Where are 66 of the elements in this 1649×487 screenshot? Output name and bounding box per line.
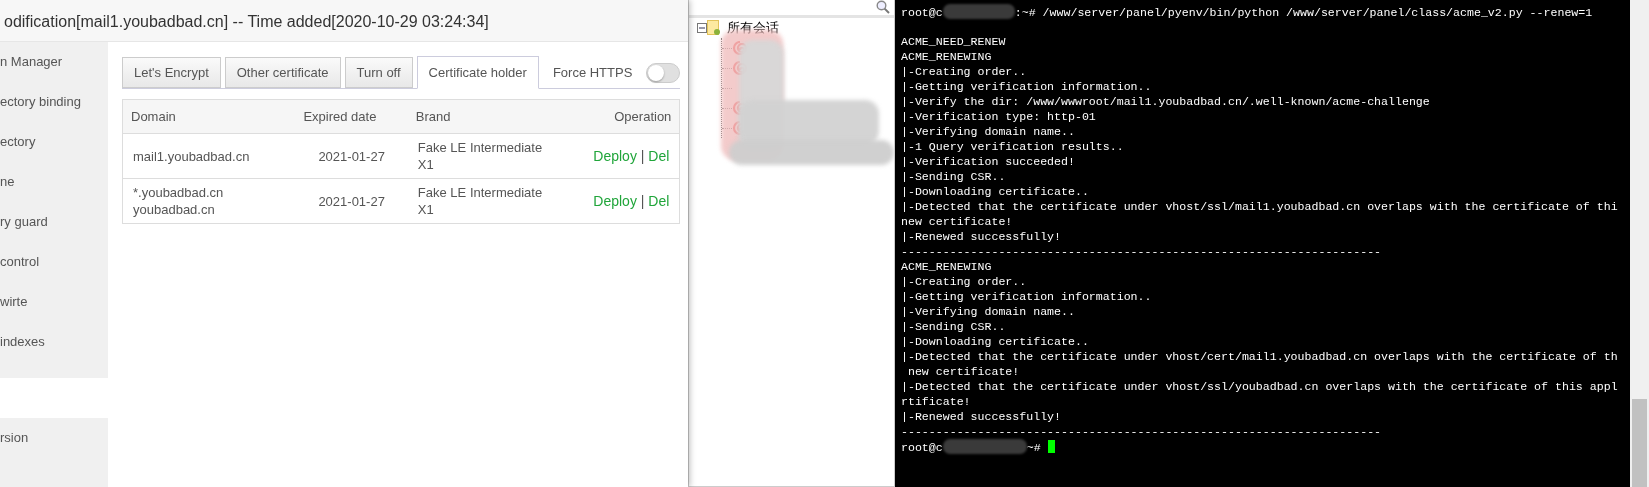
terminal-line: |-Detected that the certificate under vhost/ssl/mail1.youbadbad.cn overlaps with the certificate of thi [901,200,1618,213]
terminal-prompt: root@c [901,6,943,19]
scrollbar-thumb[interactable] [1632,399,1647,487]
terminal-line: new certificate! [906,365,1020,378]
terminal-line: |-Downloading certificate.. [901,185,1089,198]
sidebar-item[interactable]: ne [0,174,15,189]
terminal-line: new certificate! [901,215,1013,228]
table-cell: mail1.youbadbad.cn [122,133,296,179]
search-icon[interactable] [876,0,890,14]
column-header: Brand [407,99,558,134]
sidebar-item[interactable]: control [0,254,40,269]
scrollbar[interactable] [1630,0,1649,487]
terminal-prompt: root@c [901,441,943,454]
terminal-line: |-Renewed successfully! [901,230,1062,243]
dialog-title: odification[mail1.youbadbad.cn] -- Time added[2020-10-29 03:24:34] [0,0,688,42]
terminal-line: --------------------------------------------------------------------- [901,425,1382,438]
tab[interactable]: Other certificate [224,57,341,88]
terminal-line: |-Creating order.. [901,65,1027,78]
terminal-line: |-Detected that the certificate under vhost/cert/mail1.youbadbad.cn overlaps with the certificate of th [901,350,1618,363]
sidebar-item[interactable]: wirte [0,294,28,309]
tab[interactable]: Certificate holder [416,56,539,89]
sidebar-item[interactable]: ectory [0,134,36,149]
terminal-line: ACME_RENEWING [901,50,992,63]
separator: | [640,147,645,164]
terminal-line: |-Verifying domain name.. [901,305,1075,318]
terminal-line: |-1 Query verification results.. [901,140,1124,153]
terminal-prompt: :~# [1014,6,1036,19]
toggle-switch[interactable] [646,62,681,83]
terminal-line: |-Getting verification information.. [901,80,1152,93]
terminal-line: ACME_NEED_RENEW [901,35,1006,48]
table-cell: Fake LE Intermediate X1 [407,133,558,179]
terminal-line: |-Creating order.. [901,275,1027,288]
terminal-line: |-Verification succeeded! [901,155,1075,168]
terminal-line: rtificate! [901,395,971,408]
tab[interactable]: Let's Encrypt [122,57,221,88]
terminal-line: ACME_RENEWING [901,260,992,273]
terminal-line: |-Verification type: http-01 [901,110,1096,123]
terminal-line: |-Sending CSR.. [901,320,1006,333]
sidebar-item[interactable]: n Manager [0,54,63,69]
terminal-line: |-Verifying domain name.. [901,125,1075,138]
terminal-line: |-Verify the dir: /www/wwwroot/mail1.youbadbad.cn/.well-known/acme-challenge [901,95,1430,108]
table-cell: 2021-01-27 [295,133,408,179]
terminal-prompt: ~# [1026,441,1041,454]
column-header: Operation [557,99,680,134]
terminal-line: |-Downloading certificate.. [901,335,1089,348]
terminal-line: --------------------------------------------------------------------- [901,245,1382,258]
table-cell: *.youbadbad.cn youbadbad.cn [122,178,296,224]
terminal-line: |-Getting verification information.. [901,290,1152,303]
terminal-command: /www/server/panel/pyenv/bin/python /www/server/panel/class/acme_v2.py --renew=1 [1042,6,1593,19]
sidebar-item[interactable]: rsion [0,430,29,445]
table-cell: 2021-01-27 [295,178,408,224]
tree-item[interactable]: 所有会话 [727,18,779,38]
terminal-line: |-Detected that the certificate under vhost/ssl/youbadbad.cn overlaps with the certificate of this appl [901,380,1618,393]
toggle-label: Force HTTPS [552,63,633,82]
column-header: Expired date [295,99,408,134]
table-cell: Fake LE Intermediate X1 [407,178,558,224]
column-header: Domain [122,99,296,134]
sidebar-item[interactable]: ectory binding [0,94,81,109]
terminal-line: |-Sending CSR.. [901,170,1006,183]
collapse-icon[interactable] [697,23,707,33]
sidebar-item[interactable]: ry guard [0,214,48,229]
tab[interactable]: Turn off [344,57,413,88]
separator: | [640,192,645,209]
terminal-line: |-Renewed successfully! [901,410,1062,423]
sidebar-item[interactable]: indexes [0,334,45,349]
folder-icon [707,20,721,36]
